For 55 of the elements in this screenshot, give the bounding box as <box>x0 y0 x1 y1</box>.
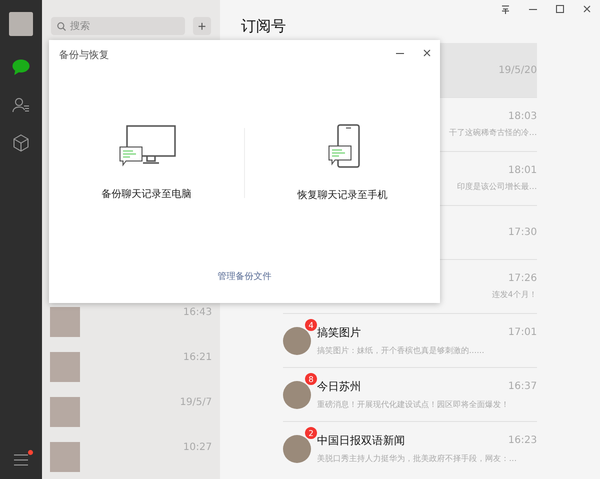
article-row[interactable]: 2 中国日报双语新闻 16:23 美脱口秀主持人力挺华为，批美政府不择手段，网友：... <box>220 421 537 475</box>
backup-option[interactable]: 恢复聊天记录至手机 <box>245 124 440 202</box>
search-field[interactable]: 搜索 <box>70 20 170 32</box>
article-time: 17:01 <box>508 327 537 338</box>
maximize-icon <box>556 5 564 13</box>
chat-time: 10:27 <box>183 442 212 453</box>
add-button[interactable]: + <box>193 17 211 35</box>
pin-icon <box>501 4 510 14</box>
search-icon <box>57 22 66 30</box>
article-time: 17:26 <box>508 273 537 284</box>
monitor-icon <box>116 125 176 167</box>
account-name: 今日苏州 <box>317 379 361 394</box>
cube-icon <box>12 134 30 152</box>
close-icon <box>582 5 590 13</box>
article-time: 18:03 <box>508 111 537 122</box>
avatar-placeholder <box>50 307 80 337</box>
phone-icon <box>326 124 360 168</box>
article-preview: 连发4个月！ <box>492 289 537 300</box>
close-icon <box>422 49 430 57</box>
panel-title: 订阅号 <box>241 17 286 36</box>
backup-option[interactable]: 备份聊天记录至电脑 <box>49 125 244 201</box>
account-name: 搞笑图片 <box>317 325 361 340</box>
account-name: 中国日报双语新闻 <box>317 433 405 448</box>
chat-time: 16:21 <box>183 352 212 363</box>
article-preview: 干了这碗稀奇古怪的冷… <box>449 127 537 138</box>
unread-badge: 2 <box>305 427 317 439</box>
minimize-icon <box>528 8 536 10</box>
article-time: 17:30 <box>508 227 537 238</box>
article-row[interactable]: 4 搞笑图片 17:01 搞笑图片：妹纸，开个香槟也真是够刺激的...... <box>220 313 537 367</box>
article-preview: 印度是该公司增长最… <box>457 181 537 192</box>
avatar-placeholder <box>50 442 80 472</box>
unread-badge: 4 <box>305 319 317 331</box>
article-time: 16:23 <box>508 435 537 446</box>
search-box[interactable]: 搜索 <box>51 17 185 35</box>
article-preview: 美脱口秀主持人力挺华为，批美政府不择手段，网友：... <box>317 453 517 464</box>
article-row[interactable]: 8 今日苏州 16:37 重磅消息！开展现代化建设试点！园区即将全面爆发！ <box>220 367 537 421</box>
article-preview: 重磅消息！开展现代化建设试点！园区即将全面爆发！ <box>317 399 509 410</box>
minimize-icon <box>396 52 404 54</box>
menu-icon <box>13 453 29 467</box>
article-preview: 搞笑图片：妹纸，开个香槟也真是够刺激的...... <box>317 345 484 356</box>
article-time: 16:37 <box>508 381 537 392</box>
avatar-placeholder <box>50 397 80 427</box>
chat-time: 16:43 <box>183 307 212 318</box>
avatar-placeholder <box>283 434 311 462</box>
article-time: 19/5/20 <box>498 64 537 76</box>
avatar-placeholder <box>50 352 80 382</box>
chat-icon <box>12 59 30 75</box>
chat-time: 19/5/7 <box>180 397 212 408</box>
contacts-icon <box>12 97 30 113</box>
dialog-title: 备份与恢复 <box>59 48 109 62</box>
manage-backups-link[interactable]: 管理备份文件 <box>218 270 272 283</box>
unread-badge: 8 <box>305 373 317 385</box>
avatar-placeholder <box>283 380 311 408</box>
article-time: 18:01 <box>508 165 537 176</box>
avatar-placeholder <box>283 326 311 354</box>
